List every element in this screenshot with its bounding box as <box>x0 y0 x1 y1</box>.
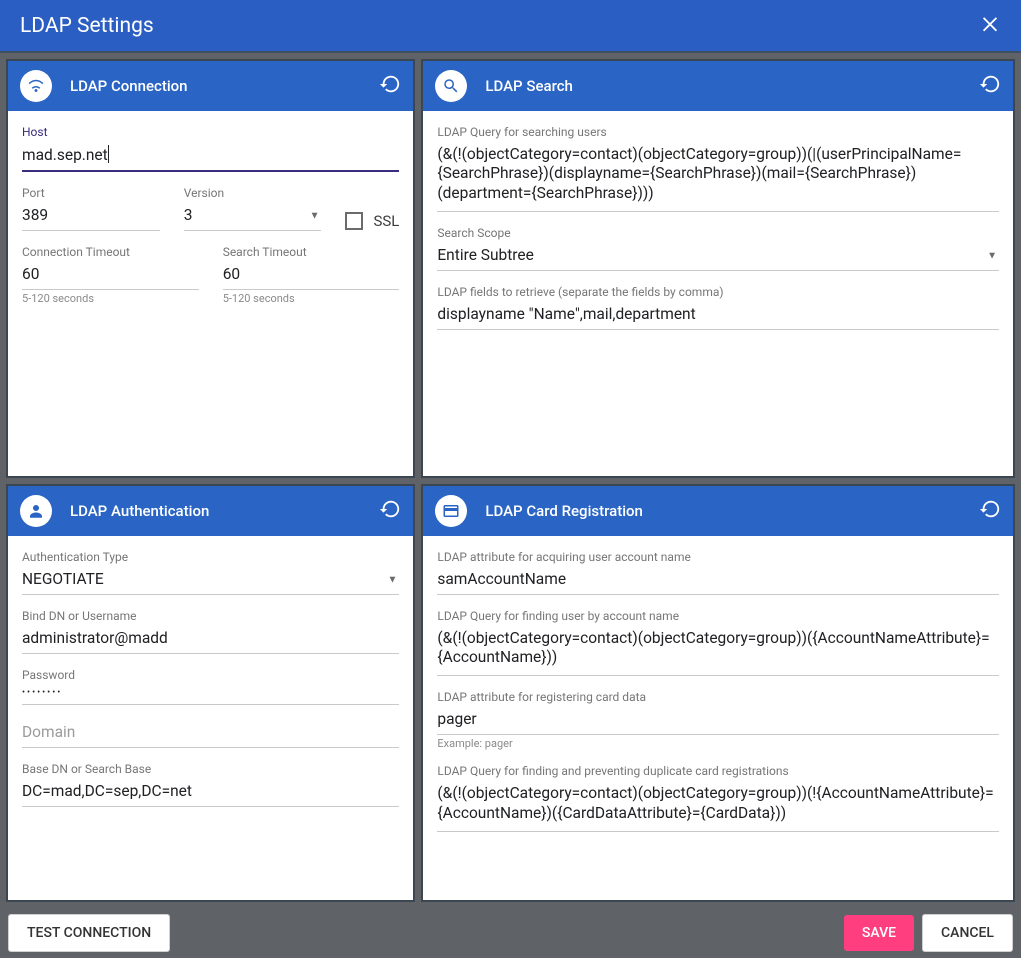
chevron-down-icon: ▼ <box>987 251 997 262</box>
restore-icon[interactable] <box>379 498 401 524</box>
version-field[interactable]: Version 3 ▼ <box>184 186 322 231</box>
password-input[interactable]: •••••••• <box>22 684 399 705</box>
account-attr-input[interactable]: samAccountName <box>437 566 999 595</box>
panel-header: LDAP Authentication <box>8 486 413 536</box>
search-timeout-input[interactable]: 60 <box>223 261 400 290</box>
panel-title: LDAP Connection <box>70 77 379 95</box>
ldap-search-panel: LDAP Search LDAP Query for searching use… <box>421 59 1015 478</box>
panel-header: LDAP Card Registration <box>423 486 1013 536</box>
save-button[interactable]: SAVE <box>844 915 914 951</box>
prevent-dup-query-label: LDAP Query for finding and preventing du… <box>437 764 999 778</box>
password-label: Password <box>22 668 399 682</box>
search-query-label: LDAP Query for searching users <box>437 125 999 139</box>
card-attr-field[interactable]: LDAP attribute for registering card data… <box>437 690 999 750</box>
host-field[interactable]: Host mad.sep.net <box>22 125 399 172</box>
account-attr-field[interactable]: LDAP attribute for acquiring user accoun… <box>437 550 999 595</box>
dialog-footer: TEST CONNECTION SAVE CANCEL <box>0 908 1021 958</box>
restore-icon[interactable] <box>379 73 401 99</box>
search-timeout-label: Search Timeout <box>223 245 400 259</box>
base-dn-field[interactable]: Base DN or Search Base DC=mad,DC=sep,DC=… <box>22 762 399 807</box>
card-icon <box>435 495 467 527</box>
domain-field[interactable]: Domain <box>22 719 399 748</box>
ldap-fields-field[interactable]: LDAP fields to retrieve (separate the fi… <box>437 285 999 330</box>
wifi-icon <box>20 70 52 102</box>
host-input[interactable]: mad.sep.net <box>22 146 109 164</box>
ldap-authentication-panel: LDAP Authentication Authentication Type … <box>6 484 415 903</box>
search-query-field[interactable]: LDAP Query for searching users (&(!(obje… <box>437 125 999 212</box>
account-attr-label: LDAP attribute for acquiring user accoun… <box>437 550 999 564</box>
panel-header: LDAP Connection <box>8 61 413 111</box>
connection-timeout-field[interactable]: Connection Timeout 60 5-120 seconds <box>22 245 199 305</box>
search-icon <box>435 70 467 102</box>
card-attr-input[interactable]: pager <box>437 706 999 735</box>
conn-timeout-label: Connection Timeout <box>22 245 199 259</box>
test-connection-button[interactable]: TEST CONNECTION <box>8 914 170 952</box>
search-scope-field[interactable]: Search Scope Entire Subtree ▼ <box>437 226 999 271</box>
domain-input[interactable]: Domain <box>22 719 399 748</box>
dialog-title: LDAP Settings <box>20 14 154 38</box>
dialog-body: LDAP Connection Host mad.sep.net Port 38… <box>0 53 1021 908</box>
prevent-dup-query-field[interactable]: LDAP Query for finding and preventing du… <box>437 764 999 832</box>
close-icon[interactable] <box>979 12 1001 39</box>
chevron-down-icon: ▼ <box>310 211 320 222</box>
auth-type-field[interactable]: Authentication Type NEGOTIATE ▼ <box>22 550 399 595</box>
auth-type-label: Authentication Type <box>22 550 399 564</box>
ldap-fields-label: LDAP fields to retrieve (separate the fi… <box>437 285 999 299</box>
dialog-header: LDAP Settings <box>0 0 1021 53</box>
restore-icon[interactable] <box>979 498 1001 524</box>
find-user-query-label: LDAP Query for finding user by account n… <box>437 609 999 623</box>
find-user-query-input[interactable]: (&(!(objectCategory=contact)(objectCateg… <box>437 625 999 677</box>
panel-title: LDAP Search <box>485 77 979 95</box>
bind-dn-input[interactable]: administrator@madd <box>22 625 399 654</box>
panel-title: LDAP Authentication <box>70 502 379 520</box>
chevron-down-icon: ▼ <box>387 574 397 585</box>
ssl-checkbox[interactable] <box>345 212 363 230</box>
card-attr-label: LDAP attribute for registering card data <box>437 690 999 704</box>
version-label: Version <box>184 186 322 200</box>
ssl-checkbox-wrap[interactable]: SSL <box>345 186 399 230</box>
search-query-input[interactable]: (&(!(objectCategory=contact)(objectCateg… <box>437 141 999 212</box>
search-scope-label: Search Scope <box>437 226 999 240</box>
base-dn-input[interactable]: DC=mad,DC=sep,DC=net <box>22 778 399 807</box>
panel-title: LDAP Card Registration <box>485 502 979 520</box>
card-attr-hint: Example: pager <box>437 737 999 750</box>
ldap-card-registration-panel: LDAP Card Registration LDAP attribute fo… <box>421 484 1015 903</box>
person-icon <box>20 495 52 527</box>
panel-header: LDAP Search <box>423 61 1013 111</box>
port-field[interactable]: Port 389 <box>22 186 160 231</box>
search-timeout-hint: 5-120 seconds <box>223 292 400 305</box>
host-label: Host <box>22 125 399 139</box>
restore-icon[interactable] <box>979 73 1001 99</box>
ldap-connection-panel: LDAP Connection Host mad.sep.net Port 38… <box>6 59 415 478</box>
ssl-label: SSL <box>373 212 399 230</box>
password-field[interactable]: Password •••••••• <box>22 668 399 705</box>
ldap-settings-dialog: LDAP Settings LDAP Connection Host ma <box>0 0 1021 958</box>
conn-timeout-hint: 5-120 seconds <box>22 292 199 305</box>
ldap-fields-input[interactable]: displayname "Name",mail,department <box>437 301 999 330</box>
bind-dn-label: Bind DN or Username <box>22 609 399 623</box>
cancel-button[interactable]: CANCEL <box>922 914 1013 952</box>
base-dn-label: Base DN or Search Base <box>22 762 399 776</box>
find-user-query-field[interactable]: LDAP Query for finding user by account n… <box>437 609 999 677</box>
auth-type-select[interactable]: NEGOTIATE <box>22 570 104 588</box>
conn-timeout-input[interactable]: 60 <box>22 261 199 290</box>
port-input[interactable]: 389 <box>22 202 160 231</box>
bind-dn-field[interactable]: Bind DN or Username administrator@madd <box>22 609 399 654</box>
port-label: Port <box>22 186 160 200</box>
search-scope-select[interactable]: Entire Subtree <box>437 246 533 264</box>
search-timeout-field[interactable]: Search Timeout 60 5-120 seconds <box>223 245 400 305</box>
prevent-dup-query-input[interactable]: (&(!(objectCategory=contact)(objectCateg… <box>437 780 999 832</box>
version-select[interactable]: 3 <box>184 206 193 224</box>
